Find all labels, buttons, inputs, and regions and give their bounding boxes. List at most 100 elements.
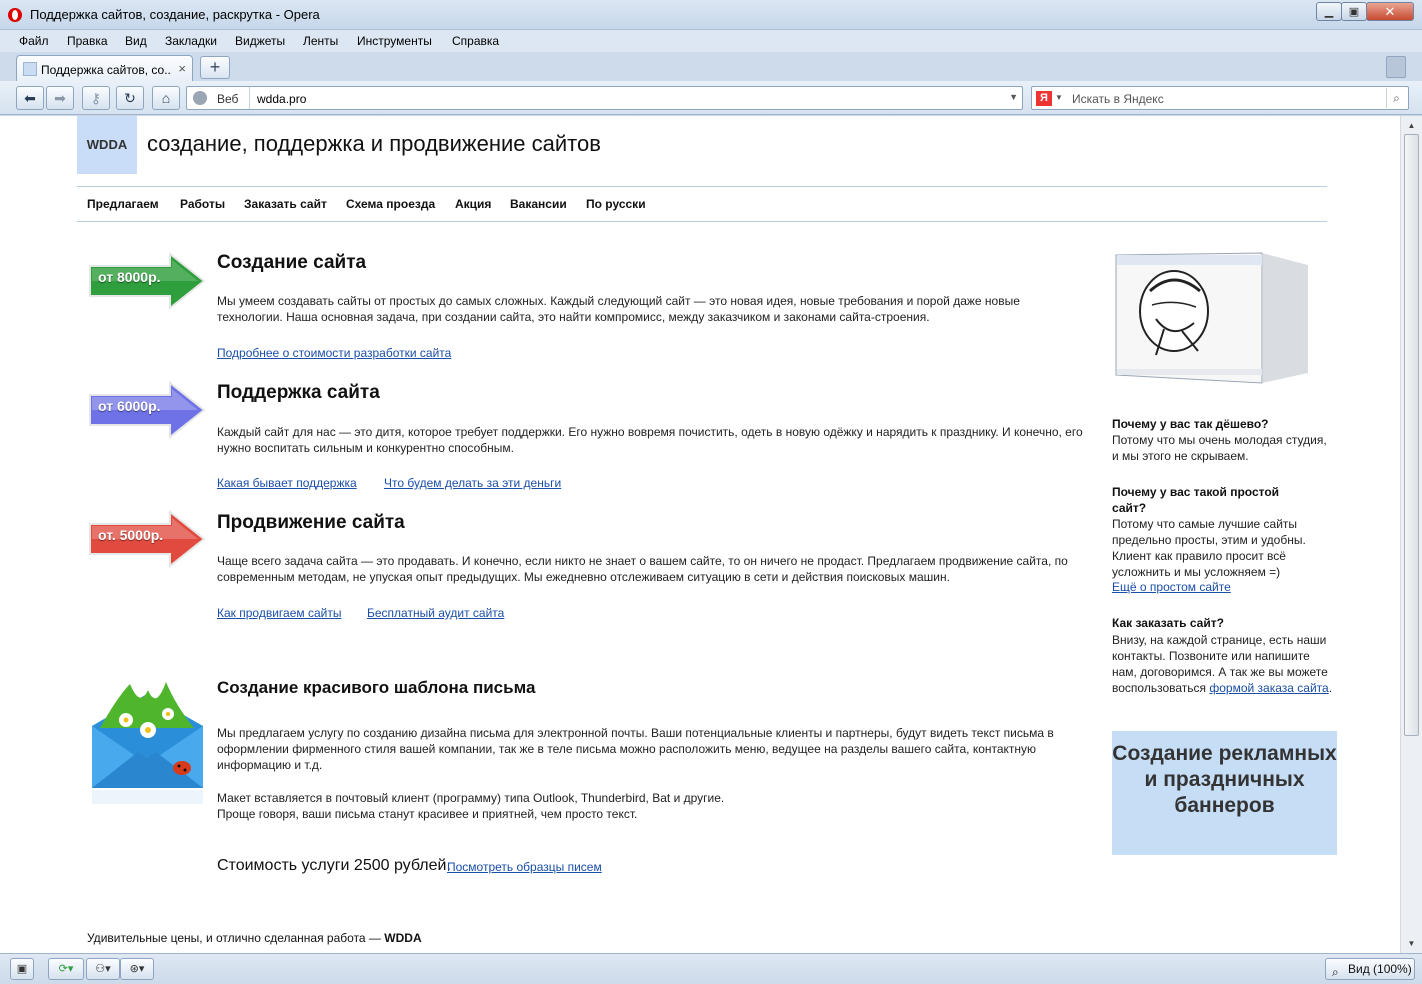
section-body-email-2: Макет вставляется в почтовый клиент (про… xyxy=(217,791,725,805)
site-logo[interactable]: WDDA xyxy=(77,116,137,174)
minimize-button[interactable]: ▁ xyxy=(1316,2,1342,21)
faq-answer-cheap: Потому что мы очень молодая студия, и мы… xyxy=(1112,433,1327,463)
address-url[interactable]: wdda.pro xyxy=(257,92,306,106)
price-label: от. 5000р. xyxy=(98,527,164,543)
menu-tools[interactable]: Инструменты xyxy=(357,34,432,48)
faq-question-cheap: Почему у вас так дёшево? xyxy=(1112,417,1269,431)
back-arrow-icon: ⬅ xyxy=(24,90,36,106)
opera-logo-icon xyxy=(8,8,22,22)
tab-active[interactable]: Поддержка сайтов, со... × xyxy=(16,55,193,81)
address-separator xyxy=(249,87,250,109)
tab-bar: Поддержка сайтов, со... × + xyxy=(0,52,1422,81)
price-arrow-blue: от 6000р. xyxy=(88,381,206,439)
menu-view[interactable]: Вид xyxy=(125,34,147,48)
banners-promo-box[interactable]: Создание рекламных и праздничных баннеро… xyxy=(1112,731,1337,855)
menu-edit[interactable]: Правка xyxy=(67,34,108,48)
search-engine-chevron-icon[interactable]: ▼ xyxy=(1055,93,1063,102)
status-bar: ▣ ⟳▾ ⚇▾ ⊛▾ ⌕ Вид (100%) xyxy=(0,953,1422,984)
back-button[interactable]: ⬅ xyxy=(16,86,44,110)
link-order-form[interactable]: формой заказа сайта xyxy=(1209,681,1328,695)
page-favicon-icon xyxy=(23,62,37,76)
chevron-down-icon[interactable]: ▼ xyxy=(1009,92,1018,102)
link-more-simple-site[interactable]: Ещё о простом сайте xyxy=(1112,580,1231,594)
link-how-we-promote[interactable]: Как продвигаем сайты xyxy=(217,606,341,620)
email-price: Стоимость услуги 2500 рублей. xyxy=(217,857,451,874)
section-body-promotion: Чаще всего задача сайта — это продавать.… xyxy=(217,554,1068,584)
site-nav-works[interactable]: Работы xyxy=(180,197,225,211)
site-nav-russian[interactable]: По русски xyxy=(586,197,646,211)
link-free-audit[interactable]: Бесплатный аудит сайта xyxy=(367,606,504,620)
section-body-support: Каждый сайт для нас — это дитя, которое … xyxy=(217,425,1083,455)
trash-can-icon[interactable] xyxy=(1386,56,1406,78)
site-nav-offer[interactable]: Предлагаем xyxy=(87,197,159,211)
yandex-icon[interactable]: Я xyxy=(1036,91,1052,106)
sync-icon: ⊛▾ xyxy=(129,963,145,975)
footer-text: Удивительные цены, и отлично сделанная р… xyxy=(87,931,422,945)
search-input[interactable]: Искать в Яндекс xyxy=(1072,92,1164,106)
panel-icon: ▣ xyxy=(16,963,28,975)
site-nav-promo[interactable]: Акция xyxy=(455,197,491,211)
tab-close-icon[interactable]: × xyxy=(178,61,186,76)
menu-bar: Файл Правка Вид Закладки Виджеты Ленты И… xyxy=(0,30,1422,52)
title-bar: Поддержка сайтов, создание, раскрутка - … xyxy=(0,0,1422,30)
minimize-icon: ▁ xyxy=(1324,6,1334,18)
section-body-email-3: Проще говоря, ваши письма станут красиве… xyxy=(217,807,638,821)
nav-divider-bottom xyxy=(77,221,1327,222)
price-arrow-red: от. 5000р. xyxy=(88,510,206,568)
home-button[interactable]: ⌂ xyxy=(152,86,180,110)
address-toolbar: ⬅ ➡ ⚷ ↻ ⌂ Веб wdda.pro ▼ Я ▼ Искать в Ян… xyxy=(0,81,1422,115)
banners-promo-text: Создание рекламных и праздничных баннеро… xyxy=(1112,742,1337,817)
nav-divider-top xyxy=(77,186,1327,187)
link-email-samples[interactable]: Посмотреть образцы писем xyxy=(447,860,602,874)
section-title-support: Поддержка сайта xyxy=(217,382,380,403)
section-body-email: Мы предлагаем услугу по созданию дизайна… xyxy=(217,726,1054,772)
faq-question-simple: Почему у вас такой простой сайт? xyxy=(1112,485,1280,515)
section-title-email: Создание красивого шаблона письма xyxy=(217,678,536,697)
panel-toggle-button[interactable]: ▣ xyxy=(10,958,34,980)
faq-question-order: Как заказать сайт? xyxy=(1112,616,1224,630)
site-nav-order[interactable]: Заказать сайт xyxy=(244,197,327,211)
search-field[interactable]: Я ▼ Искать в Яндекс ⌕ xyxy=(1031,86,1409,110)
new-tab-button[interactable]: + xyxy=(200,56,230,79)
zoom-button[interactable]: ⌕ Вид (100%) xyxy=(1325,958,1415,980)
zoom-label: Вид (100%) xyxy=(1348,962,1412,976)
scrollbar-thumb[interactable] xyxy=(1404,134,1419,736)
turbo-button[interactable]: ⟳▾ xyxy=(48,958,84,980)
menu-help[interactable]: Справка xyxy=(452,34,499,48)
close-icon: ✕ xyxy=(1384,3,1396,19)
maximize-button[interactable]: ▣ xyxy=(1341,2,1367,21)
footer-text-main: Удивительные цены, и отлично сделанная р… xyxy=(87,931,385,945)
close-button[interactable]: ✕ xyxy=(1366,2,1414,21)
faq-answer-order-end: . xyxy=(1328,681,1333,695)
reload-button[interactable]: ↻ xyxy=(116,86,144,110)
menu-feeds[interactable]: Ленты xyxy=(303,34,338,48)
site-tagline: создание, поддержка и продвижение сайтов xyxy=(147,131,601,156)
scroll-up-icon[interactable]: ▲ xyxy=(1404,118,1419,133)
faq-answer-order: Внизу, на каждой странице, есть наши кон… xyxy=(1112,632,1334,696)
link-creation-cost[interactable]: Подробнее о стоимости разработки сайта xyxy=(217,346,451,360)
address-field[interactable]: Веб wdda.pro ▼ xyxy=(186,86,1023,110)
sync-button[interactable]: ⊛▾ xyxy=(120,958,154,980)
menu-file[interactable]: Файл xyxy=(19,34,49,48)
envelope-icon xyxy=(90,676,205,806)
price-arrow-green: от 8000р. xyxy=(88,252,206,310)
link-support-types[interactable]: Какая бывает поддержка xyxy=(217,476,357,490)
unite-button[interactable]: ⚇▾ xyxy=(86,958,120,980)
forward-button[interactable]: ➡ xyxy=(46,86,74,110)
wand-button[interactable]: ⚷ xyxy=(82,86,110,110)
search-icon[interactable]: ⌕ xyxy=(1386,88,1406,108)
menu-bookmarks[interactable]: Закладки xyxy=(165,34,217,48)
zoom-icon: ⌕ xyxy=(1332,965,1339,979)
maximize-icon: ▣ xyxy=(1348,6,1360,18)
site-nav-directions[interactable]: Схема проезда xyxy=(346,197,435,211)
globe-icon xyxy=(193,91,207,105)
footer-brand: WDDA xyxy=(384,931,422,945)
browser-screenshot-image xyxy=(1112,251,1312,391)
forward-arrow-icon: ➡ xyxy=(54,90,66,106)
vertical-scrollbar[interactable]: ▲ ▼ xyxy=(1400,116,1422,953)
faq-answer-simple: Потому что самые лучшие сайты предельно … xyxy=(1112,517,1306,579)
site-nav-jobs[interactable]: Вакансии xyxy=(510,197,567,211)
scroll-down-icon[interactable]: ▼ xyxy=(1404,936,1419,951)
menu-widgets[interactable]: Виджеты xyxy=(235,34,285,48)
link-support-tasks[interactable]: Что будем делать за эти деньги xyxy=(384,476,561,490)
